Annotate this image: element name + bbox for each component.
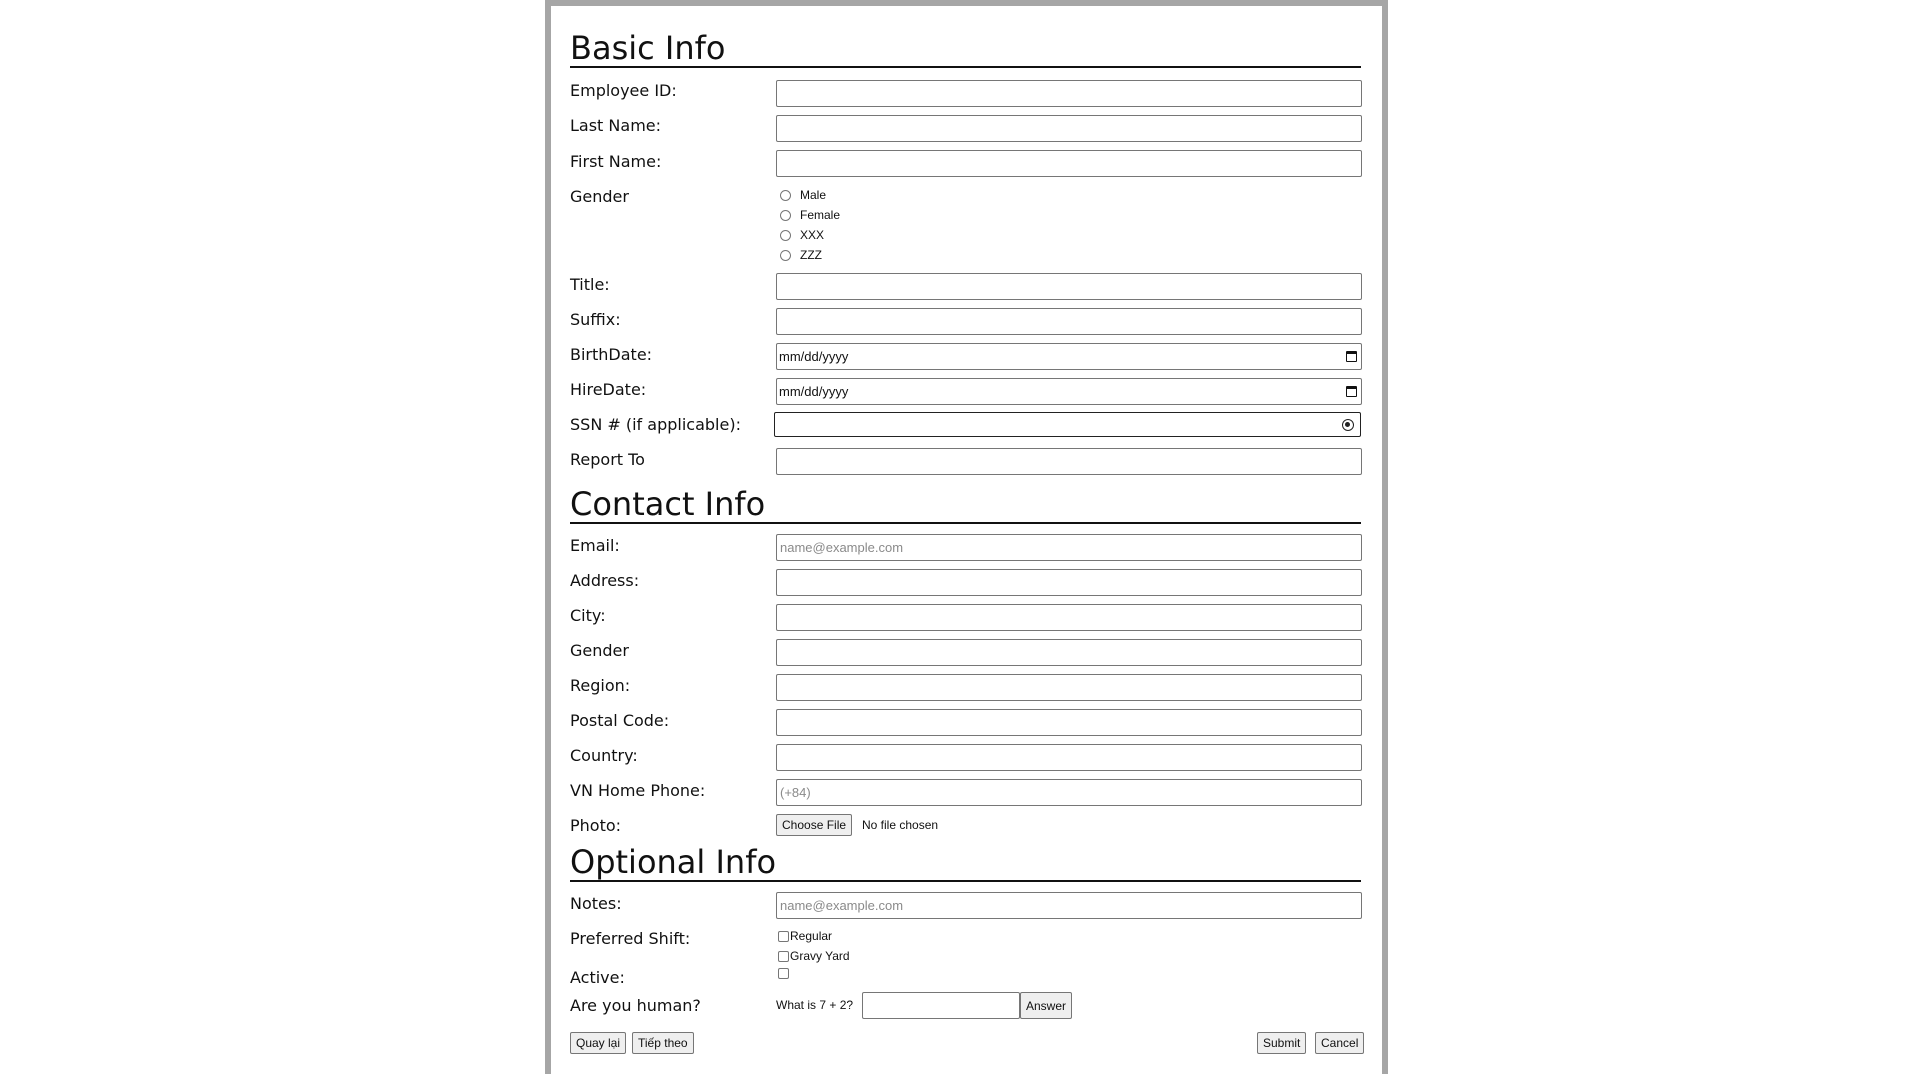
hire-date-input[interactable]: mm/dd/yyyy [776,378,1362,405]
label-first-name: First Name: [570,152,662,171]
home-phone-input[interactable] [776,779,1362,806]
label-report-to: Report To [570,450,645,469]
choose-file-button[interactable]: Choose File [776,814,853,836]
notes-input[interactable] [776,892,1362,919]
label-city: City: [570,606,606,625]
next-button[interactable]: Tiếp theo [632,1032,694,1054]
form-container: Basic Info Employee ID: Last Name: First… [545,0,1388,1074]
label-email: Email: [570,536,620,555]
gender-option-male[interactable]: Male [780,188,826,202]
label-contact-gender: Gender [570,641,629,660]
label-home-phone: VN Home Phone: [570,781,706,800]
postal-code-input[interactable] [776,709,1362,736]
region-input[interactable] [776,674,1362,701]
label-country: Country: [570,746,638,765]
label-suffix: Suffix: [570,310,621,329]
email-input[interactable] [776,534,1362,561]
label-address: Address: [570,571,640,590]
label-postal-code: Postal Code: [570,711,670,730]
label-ssn: SSN # (if applicable): [570,415,741,434]
section-title-basic: Basic Info [570,30,1361,68]
first-name-input[interactable] [776,150,1362,177]
calendar-icon[interactable] [1346,351,1357,362]
captcha-question: What is 7 + 2? [776,998,854,1012]
checkbox-gravy-yard[interactable] [778,950,789,962]
gender-option-female[interactable]: Female [780,208,840,222]
radio-female[interactable] [780,209,791,221]
ssn-input[interactable] [774,412,1361,437]
birth-date-input[interactable]: mm/dd/yyyy [776,343,1362,370]
label-preferred-shift: Preferred Shift: [570,929,691,948]
calendar-icon[interactable] [1346,386,1357,397]
country-input[interactable] [776,744,1362,771]
label-hire-date: HireDate: [570,380,647,399]
cancel-button[interactable]: Cancel [1315,1032,1365,1054]
gender-option-zzz[interactable]: ZZZ [780,248,822,262]
answer-button[interactable]: Answer [1020,992,1073,1019]
suffix-input[interactable] [776,308,1362,335]
submit-button[interactable]: Submit [1257,1032,1307,1054]
label-human: Are you human? [570,996,701,1015]
contact-gender-input[interactable] [776,639,1362,666]
last-name-input[interactable] [776,115,1362,142]
label-employee-id: Employee ID: [570,81,677,100]
shift-option-regular[interactable]: Regular [778,929,832,943]
label-notes: Notes: [570,894,622,913]
city-input[interactable] [776,604,1362,631]
address-input[interactable] [776,569,1362,596]
section-title-optional: Optional Info [570,844,1361,882]
title-input[interactable] [776,273,1362,300]
label-photo: Photo: [570,816,622,835]
checkbox-regular[interactable] [778,930,789,942]
gender-option-xxx[interactable]: XXX [780,228,824,242]
checkbox-active[interactable] [778,968,789,979]
captcha-answer-input[interactable] [862,992,1020,1019]
file-status-text: No file chosen [862,818,939,832]
label-title: Title: [570,275,610,294]
label-region: Region: [570,676,631,695]
radio-male[interactable] [780,189,791,201]
shift-option-gravy-yard[interactable]: Gravy Yard [778,949,850,963]
radio-zzz[interactable] [780,249,791,261]
active-checkbox-row[interactable] [778,968,790,979]
label-gender: Gender [570,187,629,206]
label-active: Active: [570,968,625,987]
reveal-password-icon[interactable] [1342,419,1354,431]
back-button[interactable]: Quay lại [570,1032,627,1054]
report-to-input[interactable] [776,448,1362,475]
label-birth-date: BirthDate: [570,345,653,364]
radio-xxx[interactable] [780,229,791,241]
employee-id-input[interactable] [776,80,1362,107]
section-title-contact: Contact Info [570,486,1361,524]
label-last-name: Last Name: [570,116,662,135]
